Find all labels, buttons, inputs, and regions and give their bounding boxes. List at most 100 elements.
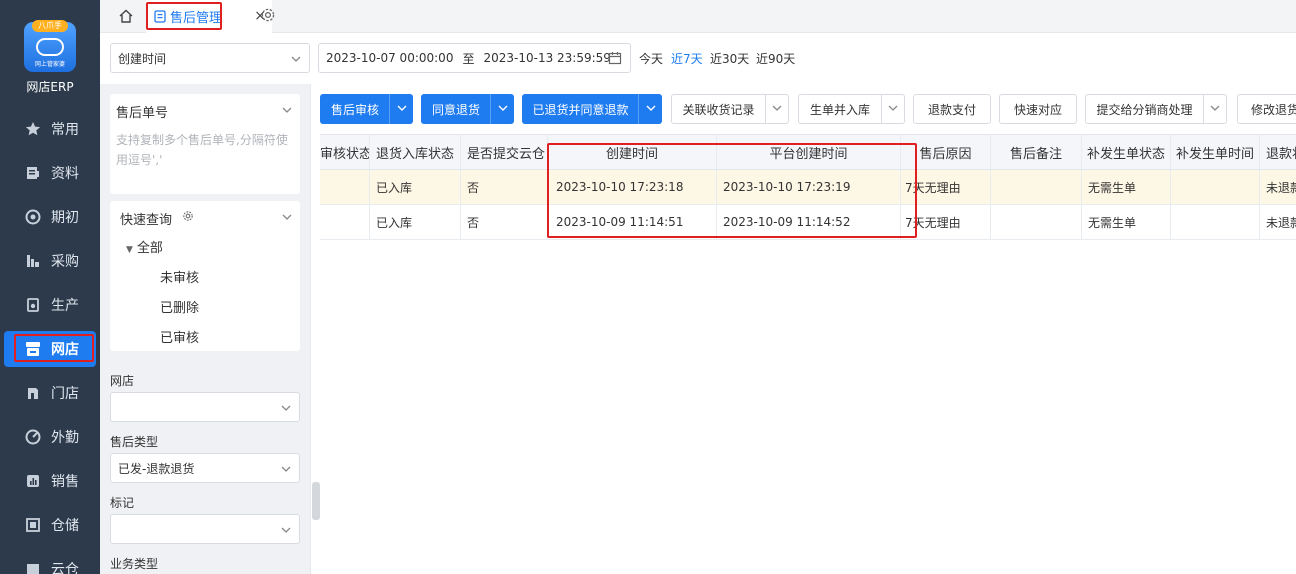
date-range-picker[interactable]: 2023-10-07 00:00:00 至 2023-10-13 23:59:5… [318, 43, 631, 73]
nav-item-common[interactable]: 常用 [0, 111, 100, 147]
gear-icon[interactable] [260, 7, 276, 26]
chevron-down-icon [281, 463, 291, 477]
table-cell: 2023-10-10 17:23:18 [548, 170, 717, 204]
col-header-reship-status[interactable]: 补发生单状态 [1082, 135, 1171, 169]
order-no-input[interactable]: 支持复制多个售后单号,分隔符使用逗号',' [116, 130, 296, 170]
tree-root[interactable]: ▼ 全部 [126, 237, 163, 256]
nav-item-cloud-warehouse[interactable]: 云仓 [0, 551, 100, 574]
table-row[interactable]: 已入库 否 2023-10-09 11:14:51 2023-10-09 11:… [320, 205, 1296, 240]
submit-distributor-dropdown[interactable] [1203, 94, 1227, 124]
tab-aftersale-management[interactable]: 售后管理 × [146, 0, 272, 33]
profile-icon [24, 164, 42, 182]
tab-label: 售后管理 [170, 11, 223, 26]
nav-label: 采购 [51, 254, 79, 270]
quick-match-button[interactable]: 快速对应 [999, 94, 1077, 124]
create-order-stockin-dropdown[interactable] [881, 94, 905, 124]
returned-agree-refund-button[interactable]: 已退货并同意退款 [522, 94, 639, 124]
nav-item-store[interactable]: 网店 [4, 331, 96, 367]
table-cell: 未退款 [1260, 205, 1296, 239]
chevron-down-icon[interactable] [282, 104, 292, 118]
table-cell [1171, 170, 1260, 204]
tree-item-deleted[interactable]: 已删除 [160, 297, 199, 316]
quick-query-label: 快速查询 [120, 213, 173, 228]
col-header-refund-status[interactable]: 退款状 [1260, 135, 1296, 169]
store-select[interactable] [110, 392, 300, 422]
shop-icon [24, 384, 42, 402]
nav-item-sales[interactable]: 销售 [0, 463, 100, 499]
nav-item-fieldwork[interactable]: 外勤 [0, 419, 100, 455]
chevron-down-icon [646, 102, 656, 116]
nav-item-production[interactable]: 生产 [0, 287, 100, 323]
link-receipt-dropdown[interactable] [765, 94, 789, 124]
col-header-aftersale-reason[interactable]: 售后原因 [901, 135, 991, 169]
nav-item-shop[interactable]: 门店 [0, 375, 100, 411]
col-header-created-time[interactable]: 创建时间 [548, 135, 717, 169]
date-field-value: 创建时间 [118, 51, 167, 66]
submit-distributor-button[interactable]: 提交给分销商处理 [1085, 94, 1204, 124]
col-header-aftersale-remark[interactable]: 售后备注 [991, 135, 1082, 169]
table-cell: 7天无理由 [901, 170, 991, 204]
calendar-icon [608, 51, 622, 68]
production-icon [24, 296, 42, 314]
quick-today[interactable]: 今天 [639, 50, 663, 67]
col-header-review-status[interactable]: 审核状态 [314, 135, 370, 169]
table-cell: 无需生单 [1082, 205, 1171, 239]
table-cell: 7天无理由 [901, 205, 991, 239]
table-row[interactable]: 已入库 否 2023-10-10 17:23:18 2023-10-10 17:… [320, 170, 1296, 205]
chevron-down-icon [772, 102, 782, 116]
gear-icon[interactable] [182, 210, 194, 225]
table-header: 审核状态 退货入库状态 是否提交云仓 创建时间 平台创建时间 售后原因 售后备注… [320, 134, 1296, 170]
table-cell [1171, 205, 1260, 239]
sales-icon [24, 472, 42, 490]
target-icon [24, 208, 42, 226]
quick-30-days[interactable]: 近30天 [710, 50, 749, 67]
collapse-panel-handle[interactable] [312, 482, 320, 520]
logo-subtitle: 网上管家婆 [34, 61, 65, 68]
tab-bar: 售后管理 × [100, 0, 1296, 33]
star-icon [24, 120, 42, 138]
mark-select[interactable] [110, 514, 300, 544]
nav-item-initial[interactable]: 期初 [0, 199, 100, 235]
aftersale-review-button[interactable]: 售后审核 [320, 94, 390, 124]
aftersale-review-dropdown[interactable] [389, 94, 413, 124]
home-icon[interactable] [118, 8, 134, 27]
col-header-return-stock-status[interactable]: 退货入库状态 [370, 135, 461, 169]
create-order-stockin-button[interactable]: 生单并入库 [798, 94, 882, 124]
nav-item-warehouse[interactable]: 仓储 [0, 507, 100, 543]
nav-label: 资料 [51, 166, 79, 182]
agree-return-button[interactable]: 同意退货 [421, 94, 491, 124]
table-cell: 未退款 [1260, 170, 1296, 204]
chevron-down-icon[interactable] [282, 211, 292, 225]
logo-badge: 八爪手 [32, 20, 68, 32]
aftersale-type-label: 售后类型 [110, 435, 159, 449]
table-cell: 2023-10-10 17:23:19 [717, 170, 901, 204]
date-field-select[interactable]: 创建时间 [110, 43, 310, 73]
returned-agree-refund-dropdown[interactable] [638, 94, 662, 124]
col-header-reship-time[interactable]: 补发生单时间 [1171, 135, 1260, 169]
app-logo[interactable]: 八爪手 网上管家婆 [24, 20, 76, 72]
chevron-down-icon [281, 524, 291, 538]
date-separator: 至 [462, 51, 475, 66]
col-header-platform-created-time[interactable]: 平台创建时间 [717, 135, 901, 169]
quick-90-days[interactable]: 近90天 [756, 50, 795, 67]
nav-label: 门店 [51, 386, 79, 402]
col-header-cloud-submitted[interactable]: 是否提交云仓 [461, 135, 548, 169]
agree-return-dropdown[interactable] [490, 94, 514, 124]
link-receipt-button[interactable]: 关联收货记录 [671, 94, 766, 124]
tree-item-unreviewed[interactable]: 未审核 [160, 267, 199, 286]
tree-item-reviewed[interactable]: 已审核 [160, 327, 199, 346]
nav-item-purchase[interactable]: 采购 [0, 243, 100, 279]
aftersale-type-select[interactable]: 已发-退款退货 [110, 453, 300, 483]
refund-pay-button[interactable]: 退款支付 [913, 94, 991, 124]
nav-item-profile[interactable]: 资料 [0, 155, 100, 191]
date-start: 2023-10-07 00:00:00 [326, 51, 454, 65]
table-cell: 否 [461, 205, 548, 239]
main-nav: 八爪手 网上管家婆 网店ERP 常用 资料 期初 采购 生产 网店 门店 外勤 … [0, 0, 100, 574]
quick-7-days[interactable]: 近7天 [671, 50, 703, 67]
modify-return-button[interactable]: 修改退货 [1237, 94, 1296, 124]
cloud-logo-icon [36, 38, 64, 56]
app-name: 网店ERP [26, 80, 74, 94]
table-cell: 无需生单 [1082, 170, 1171, 204]
nav-label: 云仓 [51, 562, 79, 574]
order-no-card[interactable]: 售后单号 支持复制多个售后单号,分隔符使用逗号',' [110, 94, 300, 194]
